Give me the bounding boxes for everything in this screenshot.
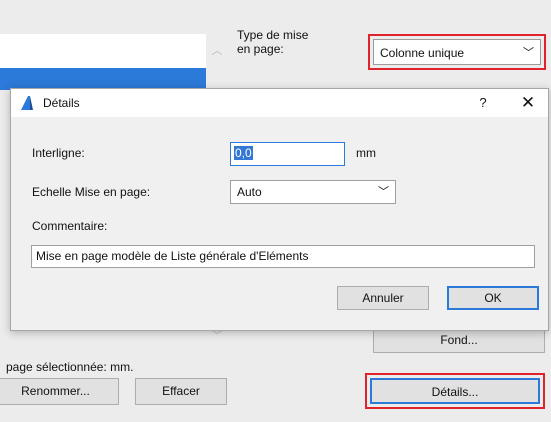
ok-button[interactable]: OK	[447, 286, 539, 310]
selected-page-status: page sélectionnée: mm.	[6, 360, 134, 374]
interligne-input[interactable]: 0,0	[230, 142, 345, 166]
renommer-button[interactable]: Renommer...	[0, 378, 119, 405]
commentaire-label: Commentaire:	[32, 219, 108, 233]
commentaire-input[interactable]: Mise en page modèle de Liste générale d'…	[31, 245, 535, 268]
details-dialog: Détails ? ✕ Interligne: 0,0 mm Echelle M…	[10, 88, 549, 331]
close-icon[interactable]: ✕	[516, 92, 540, 114]
echelle-value: Auto	[237, 185, 262, 199]
layout-type-value: Colonne unique	[380, 46, 465, 60]
chevron-down-icon: ﹀	[523, 47, 534, 59]
unit-label: mm	[356, 146, 376, 160]
layout-list-panel[interactable]	[0, 34, 206, 68]
layout-type-highlight: Colonne unique ﹀	[368, 34, 546, 70]
interligne-value: 0,0	[234, 146, 253, 160]
details-button-highlight: Détails...	[365, 373, 545, 409]
layout-type-label: Type de mise en page:	[237, 28, 309, 56]
chevron-down-icon: ﹀	[378, 186, 389, 198]
interligne-label: Interligne:	[32, 146, 85, 160]
archicad-icon	[21, 96, 33, 110]
annuler-button[interactable]: Annuler	[337, 286, 429, 310]
echelle-label: Echelle Mise en page:	[32, 185, 151, 199]
dialog-title: Détails	[43, 96, 80, 110]
echelle-select[interactable]: Auto ﹀	[230, 180, 396, 204]
help-button[interactable]: ?	[473, 93, 493, 113]
details-button[interactable]: Détails...	[370, 378, 540, 404]
dialog-titlebar[interactable]: Détails ? ✕	[11, 89, 548, 117]
layout-type-select[interactable]: Colonne unique ﹀	[373, 39, 541, 65]
layout-list-selected-row[interactable]	[0, 68, 206, 90]
scroll-up-icon[interactable]: ︿	[209, 42, 225, 57]
effacer-button[interactable]: Effacer	[135, 378, 227, 405]
